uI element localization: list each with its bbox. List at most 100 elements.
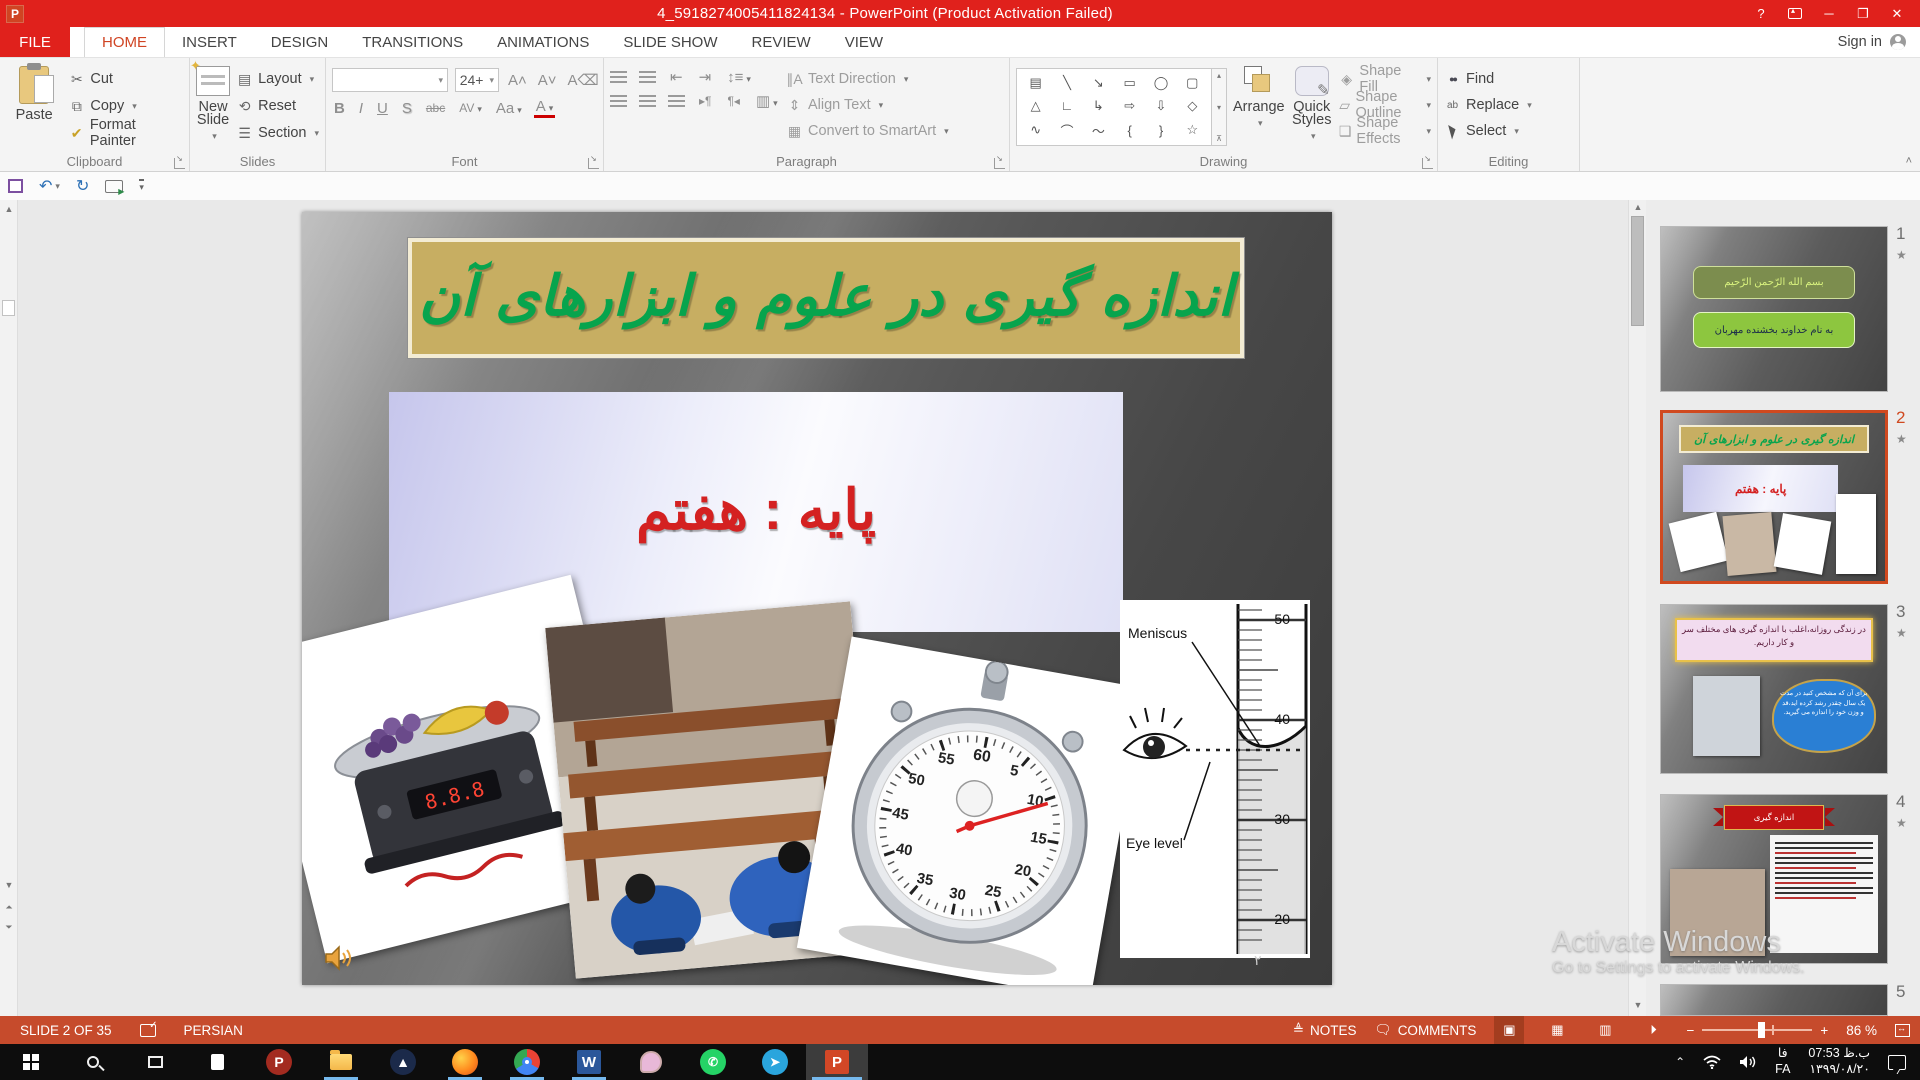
select-button[interactable]: Select <box>1444 120 1532 142</box>
section-button[interactable]: ☰Section <box>236 122 319 144</box>
taskbar-calculator[interactable] <box>186 1044 248 1080</box>
shape-down-arrow-icon[interactable]: ⇩ <box>1145 94 1176 117</box>
save-button[interactable] <box>8 179 23 193</box>
grow-font-button[interactable]: A˄ <box>506 72 529 89</box>
start-button[interactable] <box>0 1044 62 1080</box>
font-dialog-launcher[interactable] <box>588 158 599 169</box>
thumbs-scroll-up[interactable]: ▲ <box>1629 202 1647 212</box>
taskbar-telegram[interactable]: ➤ <box>744 1044 806 1080</box>
tab-animations[interactable]: ANIMATIONS <box>480 27 606 57</box>
shape-oval-icon[interactable]: ◯ <box>1145 71 1176 94</box>
action-center-icon[interactable] <box>1888 1055 1906 1070</box>
clock[interactable]: 07:53 ب.ظ ۱۳۹۹/۰۸/۲۰ <box>1808 1046 1870 1077</box>
next-slide-button[interactable]: ⏷ <box>0 922 18 933</box>
numbering-icon[interactable] <box>639 71 656 84</box>
thumbs-scroll-thumb[interactable] <box>1631 216 1644 326</box>
start-from-beginning-button[interactable] <box>105 180 123 193</box>
shape-freeform-icon[interactable]: ◇ <box>1177 94 1208 117</box>
text-shadow-button[interactable]: S <box>400 100 414 117</box>
restore-button[interactable]: ❐ <box>1848 3 1878 25</box>
shape-scribble-icon[interactable]: ∿ <box>1020 117 1051 143</box>
shape-line-icon[interactable]: ╲ <box>1051 71 1082 94</box>
taskbar-file-explorer[interactable] <box>310 1044 372 1080</box>
shape-arc-icon[interactable]: ⌒ <box>1051 117 1082 143</box>
collapse-ribbon-button[interactable]: ˄ <box>1906 155 1912 167</box>
replace-button[interactable]: abReplace <box>1444 94 1532 116</box>
close-button[interactable]: ✕ <box>1882 3 1912 25</box>
cut-button[interactable]: ✂Cut <box>68 68 183 90</box>
align-left-icon[interactable] <box>610 95 627 108</box>
thumbs-scroll-down[interactable]: ▼ <box>1629 1000 1647 1010</box>
zoom-in-button[interactable]: + <box>1820 1023 1828 1038</box>
language-indicator[interactable]: PERSIAN <box>184 1023 243 1038</box>
layout-button[interactable]: ▤Layout <box>236 68 319 90</box>
help-button[interactable]: ? <box>1746 3 1776 25</box>
italic-button[interactable]: I <box>357 100 365 117</box>
tab-slide-show[interactable]: SLIDE SHOW <box>606 27 734 57</box>
shape-fill-button[interactable]: ◈Shape Fill <box>1339 68 1431 90</box>
zoom-percentage[interactable]: 86 % <box>1846 1023 1877 1038</box>
shape-right-arrow-icon[interactable]: ⇨ <box>1114 94 1145 117</box>
tab-review[interactable]: REVIEW <box>735 27 828 57</box>
font-name-combo[interactable]: ▾ <box>332 68 448 92</box>
find-button[interactable]: Find <box>1444 68 1532 90</box>
font-color-button[interactable]: A <box>534 98 556 118</box>
clipboard-dialog-launcher[interactable] <box>174 158 185 169</box>
taskbar-word[interactable]: W <box>558 1044 620 1080</box>
ltr-direction-button[interactable]: ▸¶ <box>697 94 713 108</box>
thumbnail-slide-1[interactable]: بسم الله الرّحمن الرّحیم به نام خداوند ب… <box>1660 226 1888 392</box>
zoom-slider[interactable] <box>1702 1029 1812 1031</box>
minimize-button[interactable]: ─ <box>1814 3 1844 25</box>
editor-vertical-scrollbar[interactable]: ▲ ▼ ⏶ ⏷ <box>0 200 18 1016</box>
thumbnail-slide-2[interactable]: اندازه گیری در علوم و ابزارهای آن پایه :… <box>1660 410 1888 584</box>
task-view-button[interactable] <box>124 1044 186 1080</box>
taskbar-paint[interactable] <box>620 1044 682 1080</box>
tab-home[interactable]: HOME <box>84 27 165 57</box>
thumbnail-slide-5[interactable] <box>1660 984 1888 1016</box>
zoom-slider-handle[interactable] <box>1758 1022 1765 1038</box>
line-spacing-button[interactable]: ↕≡ <box>725 69 753 86</box>
shape-arrow-icon[interactable]: ↘ <box>1083 71 1114 94</box>
taskbar-whatsapp[interactable]: ✆ <box>682 1044 744 1080</box>
tab-view[interactable]: VIEW <box>828 27 900 57</box>
shape-rounded-rectangle-icon[interactable]: ▢ <box>1177 71 1208 94</box>
tab-insert[interactable]: INSERT <box>165 27 254 57</box>
taskbar-search-button[interactable] <box>62 1044 124 1080</box>
paragraph-dialog-launcher[interactable] <box>994 158 1005 169</box>
strikethrough-button[interactable]: abc <box>424 101 447 115</box>
drawing-dialog-launcher[interactable] <box>1422 158 1433 169</box>
sign-in[interactable]: Sign in <box>1838 27 1906 57</box>
quick-styles-button[interactable]: Quick Styles <box>1291 62 1333 153</box>
new-slide-button[interactable]: New Slide <box>196 62 230 153</box>
convert-smartart-button[interactable]: ▦Convert to SmartArt <box>786 120 949 142</box>
underline-button[interactable]: U <box>375 100 390 117</box>
normal-view-button[interactable]: ▣ <box>1494 1016 1524 1044</box>
shape-right-brace-icon[interactable]: } <box>1145 117 1176 143</box>
meniscus-diagram[interactable]: 50 40 30 20 Meniscus Eye level <box>1120 600 1310 958</box>
shapes-gallery-scrollbar[interactable]: ▴▾⊼ <box>1212 68 1227 146</box>
thumbnail-slide-3[interactable]: در زندگی روزانه،اغلب با اندازه گیری های … <box>1660 604 1888 774</box>
align-text-button[interactable]: ⇕Align Text <box>786 94 949 116</box>
shape-textbox-icon[interactable]: ▤ <box>1020 71 1051 94</box>
language-switcher[interactable]: فا FA <box>1775 1046 1790 1077</box>
columns-button[interactable]: ▥ <box>754 92 780 110</box>
taskbar-psiphon[interactable]: P <box>248 1044 310 1080</box>
reading-view-button[interactable]: ▥ <box>1590 1016 1620 1044</box>
slideshow-view-button[interactable]: ⏵ <box>1638 1016 1668 1044</box>
shape-elbow-arrow-icon[interactable]: ↳ <box>1083 94 1114 117</box>
shapes-gallery[interactable]: ▤╲↘▭◯▢ △∟↳⇨⇩◇ ∿⌒〜{}☆ <box>1016 68 1212 146</box>
slide-sorter-view-button[interactable]: ▦ <box>1542 1016 1572 1044</box>
previous-slide-button[interactable]: ⏶ <box>0 902 18 913</box>
taskbar-powerpoint[interactable]: P <box>806 1044 868 1080</box>
decrease-indent-button[interactable]: ⇤ <box>668 68 685 86</box>
tab-transitions[interactable]: TRANSITIONS <box>345 27 480 57</box>
taskbar-chrome[interactable] <box>496 1044 558 1080</box>
clear-formatting-button[interactable]: A⌫ <box>566 71 601 89</box>
copy-button[interactable]: ⧉Copy <box>68 95 183 117</box>
thumbnail-slide-4[interactable]: اندازه گیری <box>1660 794 1888 964</box>
rtl-direction-button[interactable]: ¶◂ <box>725 94 741 108</box>
format-painter-button[interactable]: ✔Format Painter <box>68 122 183 144</box>
fit-slide-to-window-button[interactable] <box>1895 1024 1910 1037</box>
bold-button[interactable]: B <box>332 100 347 117</box>
align-right-icon[interactable] <box>668 95 685 108</box>
